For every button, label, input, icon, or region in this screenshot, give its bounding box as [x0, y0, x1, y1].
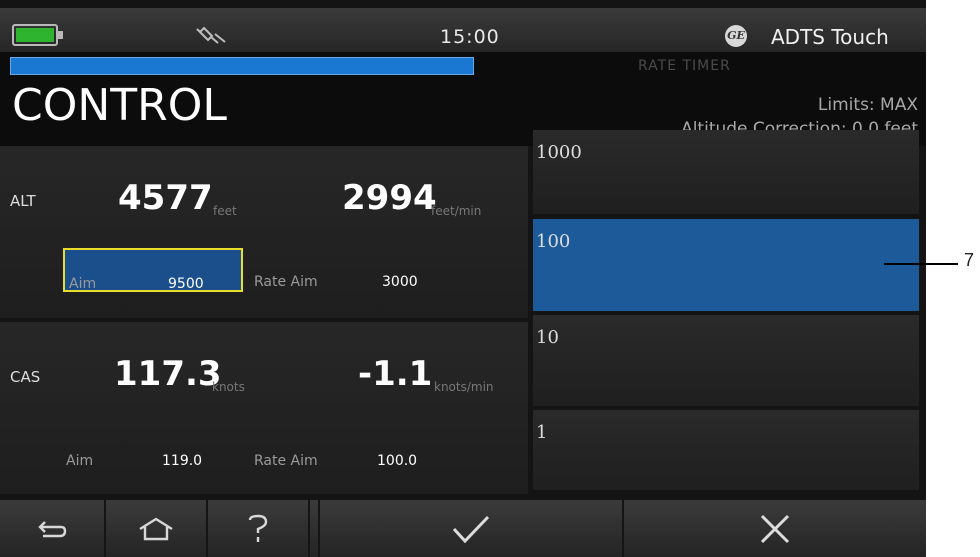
alt-rate-unit: feet/min	[431, 204, 482, 218]
increment-label: 10	[536, 327, 559, 348]
alt-panel[interactable]: ALT 4577 feet 2994 feet/min Aim 9500 Rat…	[0, 146, 528, 318]
alt-rate-value: 2994	[342, 178, 437, 218]
cas-panel[interactable]: CAS 117.3 knots -1.1 knots/min Aim 119.0…	[0, 322, 528, 494]
help-button[interactable]	[208, 500, 310, 557]
cancel-button[interactable]	[624, 500, 926, 557]
usb-plug-disconnected-icon	[196, 26, 226, 44]
back-arrow-icon	[38, 520, 67, 537]
cas-rate-aim-value[interactable]: 100.0	[377, 453, 417, 469]
alt-rate-aim-value[interactable]: 3000	[382, 274, 418, 290]
limits-status: Limits: MAX	[817, 95, 918, 115]
cas-aim-label: Aim	[66, 453, 94, 469]
increment-label: 100	[536, 231, 571, 252]
clock: 15:00	[440, 26, 500, 48]
increment-option[interactable]: 1	[533, 410, 919, 490]
cas-label: CAS	[10, 368, 41, 386]
status-bar: 15:00 GE ADTS Touch	[0, 8, 926, 52]
increment-option-selected[interactable]: 100	[533, 219, 919, 311]
rate-timer-label: RATE TIMER	[638, 58, 731, 74]
bottom-toolbar	[0, 500, 926, 557]
back-button[interactable]	[0, 500, 106, 557]
confirm-button[interactable]	[318, 500, 624, 557]
cas-rate-unit: knots/min	[434, 380, 494, 394]
home-button[interactable]	[106, 500, 208, 557]
cas-value: 117.3	[114, 354, 222, 394]
increment-option[interactable]: 1000	[533, 130, 919, 214]
cas-rate-value: -1.1	[358, 354, 433, 394]
alt-rate-aim-label: Rate Aim	[254, 274, 318, 290]
help-icon	[248, 514, 268, 542]
cas-aim-value[interactable]: 119.0	[162, 453, 202, 469]
increment-option[interactable]: 10	[533, 315, 919, 406]
alt-value: 4577	[118, 178, 213, 218]
alt-unit: feet	[213, 204, 237, 218]
close-icon	[760, 514, 790, 543]
rate-timer-progress	[10, 57, 474, 75]
alt-aim-label: Aim	[69, 276, 97, 292]
cas-unit: knots	[212, 380, 245, 394]
page-title: CONTROL	[12, 80, 227, 131]
callout-number: 7	[964, 250, 975, 270]
device-screen: 15:00 GE ADTS Touch RATE TIMER CONTROL L…	[0, 0, 926, 557]
device-name: ADTS Touch	[771, 25, 889, 49]
increment-label: 1	[536, 422, 548, 443]
cas-rate-aim-label: Rate Aim	[254, 453, 318, 469]
alt-aim-value: 9500	[168, 276, 204, 292]
home-icon	[139, 517, 173, 540]
alt-label: ALT	[10, 192, 36, 210]
ge-logo-icon: GE	[725, 25, 747, 47]
checkmark-icon	[452, 515, 490, 543]
callout-line	[884, 263, 958, 265]
battery-full-icon	[12, 24, 63, 46]
increment-label: 1000	[536, 142, 582, 163]
